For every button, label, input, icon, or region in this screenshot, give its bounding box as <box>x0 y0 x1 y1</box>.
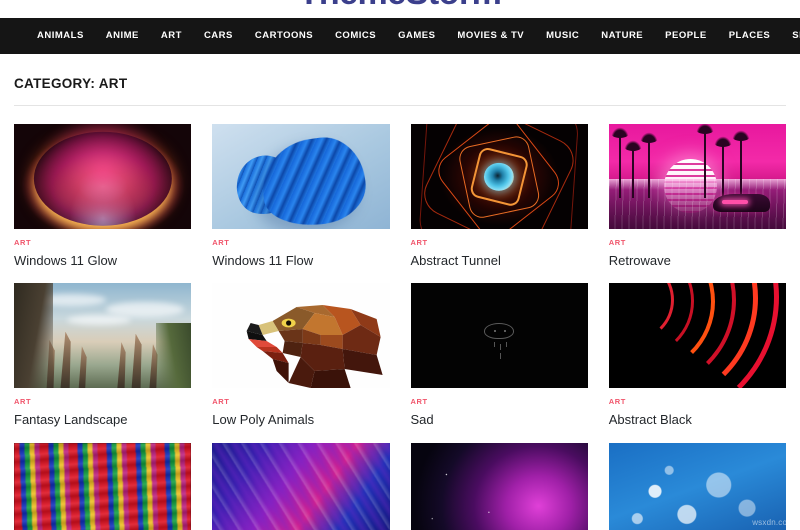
abstract-paint-artwork <box>14 442 192 530</box>
eagle-head-icon <box>246 305 383 389</box>
page-header: CATEGORY: ART <box>0 54 800 106</box>
nav-item-anime[interactable]: ANIME <box>95 18 150 54</box>
nav-item-games[interactable]: GAMES <box>387 18 446 54</box>
card-title[interactable]: Low Poly Animals <box>212 412 389 428</box>
theme-thumbnail[interactable] <box>410 283 588 389</box>
windows-11-glow-artwork <box>14 124 192 229</box>
card-title[interactable]: Retrowave <box>609 253 786 269</box>
rain-drop <box>494 341 496 347</box>
theme-card-windows-11-flow[interactable]: ART Windows 11 Flow <box>212 124 390 269</box>
cloud <box>106 302 185 317</box>
abstract-black-artwork <box>608 283 786 389</box>
sad-cloud-icon <box>484 322 515 359</box>
theme-thumbnail[interactable] <box>608 442 786 530</box>
palm-tree <box>713 134 734 198</box>
theme-card-row3-3[interactable] <box>410 442 588 530</box>
nav-item-cartoons[interactable]: CARTOONS <box>244 18 324 54</box>
card-title[interactable]: Abstract Black <box>609 412 786 428</box>
theme-thumbnail[interactable] <box>212 442 390 530</box>
card-category-label[interactable]: ART <box>212 238 389 247</box>
nav-item-nature[interactable]: NATURE <box>590 18 654 54</box>
palm-tree <box>610 126 631 198</box>
card-title[interactable]: Windows 11 Flow <box>212 253 389 269</box>
fantasy-landscape-artwork <box>14 283 192 389</box>
theme-card-retrowave[interactable]: ART Retrowave <box>608 124 786 269</box>
theme-card-row3-4[interactable] <box>608 442 786 530</box>
foreground-cliff-left <box>14 283 53 389</box>
theme-thumbnail[interactable] <box>14 283 192 389</box>
rock-spire <box>60 331 71 389</box>
nav-item-comics[interactable]: COMICS <box>324 18 387 54</box>
theme-card-row3-1[interactable] <box>14 442 192 530</box>
theme-thumbnail[interactable] <box>212 124 390 229</box>
rock-spire <box>117 342 126 389</box>
aurora-space-artwork <box>410 442 588 530</box>
nav-item-music[interactable]: MUSIC <box>535 18 590 54</box>
cloud <box>67 314 131 326</box>
nav-item-list: ANIMALS ANIME ART CARS CARTOONS COMICS G… <box>26 18 800 54</box>
retrowave-artwork <box>608 124 786 229</box>
theme-card-low-poly-animals[interactable]: ART Low Poly Animals <box>212 283 390 428</box>
nav-item-sports[interactable]: SPORTS <box>781 18 800 54</box>
site-logo[interactable]: ThemeStorm <box>299 0 502 13</box>
windows-11-flow-artwork <box>212 124 390 229</box>
glow-arc-shape <box>33 131 172 226</box>
theme-thumbnail[interactable] <box>608 124 786 229</box>
card-title[interactable]: Sad <box>411 412 588 428</box>
theme-thumbnail[interactable] <box>212 283 390 389</box>
theme-grid: ART Windows 11 Glow ART Windows 11 Flow <box>0 106 800 530</box>
rock-spire <box>131 333 142 389</box>
theme-card-sad[interactable]: ART Sad <box>410 283 588 428</box>
blue-bokeh-artwork <box>608 442 786 530</box>
site-watermark: wsxdn.com <box>752 518 794 527</box>
theme-thumbnail[interactable] <box>14 442 192 530</box>
cloud-eye <box>494 329 497 332</box>
fluid-art-artwork <box>212 442 390 530</box>
card-category-label[interactable]: ART <box>14 238 191 247</box>
theme-thumbnail[interactable] <box>410 124 588 229</box>
site-logo-bar: ThemeStorm <box>0 0 800 18</box>
rain-drop <box>500 343 502 350</box>
main-navigation: ANIMALS ANIME ART CARS CARTOONS COMICS G… <box>0 18 800 54</box>
nav-item-art[interactable]: ART <box>150 18 193 54</box>
nav-item-animals[interactable]: ANIMALS <box>26 18 95 54</box>
rain-drop <box>500 352 502 359</box>
card-category-label[interactable]: ART <box>609 238 786 247</box>
card-title[interactable]: Fantasy Landscape <box>14 412 191 428</box>
palm-tree <box>695 124 716 198</box>
foreground-foliage-right <box>155 323 192 389</box>
card-title[interactable]: Windows 11 Glow <box>14 253 191 269</box>
card-title[interactable]: Abstract Tunnel <box>411 253 588 269</box>
rock-spire <box>78 346 87 389</box>
nav-item-places[interactable]: PLACES <box>718 18 782 54</box>
sad-artwork <box>410 283 588 389</box>
card-category-label[interactable]: ART <box>411 397 588 406</box>
rain-drop <box>506 341 508 347</box>
nav-item-people[interactable]: PEOPLE <box>654 18 718 54</box>
card-category-label[interactable]: ART <box>609 397 786 406</box>
nav-item-cars[interactable]: CARS <box>193 18 244 54</box>
low-poly-animals-artwork <box>212 283 390 389</box>
card-category-label[interactable]: ART <box>212 397 389 406</box>
abstract-tunnel-artwork <box>410 124 588 229</box>
theme-card-abstract-black[interactable]: ART Abstract Black <box>608 283 786 428</box>
nav-item-movies-tv[interactable]: MOVIES & TV <box>446 18 535 54</box>
cloud-eye <box>504 329 507 332</box>
theme-card-windows-11-glow[interactable]: ART Windows 11 Glow <box>14 124 192 269</box>
theme-card-row3-2[interactable] <box>212 442 390 530</box>
theme-thumbnail[interactable] <box>608 283 786 389</box>
retro-car <box>713 194 771 213</box>
flow-ribbon-front <box>256 131 371 229</box>
theme-thumbnail[interactable] <box>14 124 192 229</box>
theme-thumbnail[interactable] <box>410 442 588 530</box>
palm-tree <box>730 128 751 198</box>
theme-card-fantasy-landscape[interactable]: ART Fantasy Landscape <box>14 283 192 428</box>
page-title: CATEGORY: ART <box>14 76 128 91</box>
palm-tree <box>638 130 659 198</box>
theme-card-abstract-tunnel[interactable]: ART Abstract Tunnel <box>410 124 588 269</box>
card-category-label[interactable]: ART <box>14 397 191 406</box>
card-category-label[interactable]: ART <box>411 238 588 247</box>
palm-tree <box>622 139 643 198</box>
